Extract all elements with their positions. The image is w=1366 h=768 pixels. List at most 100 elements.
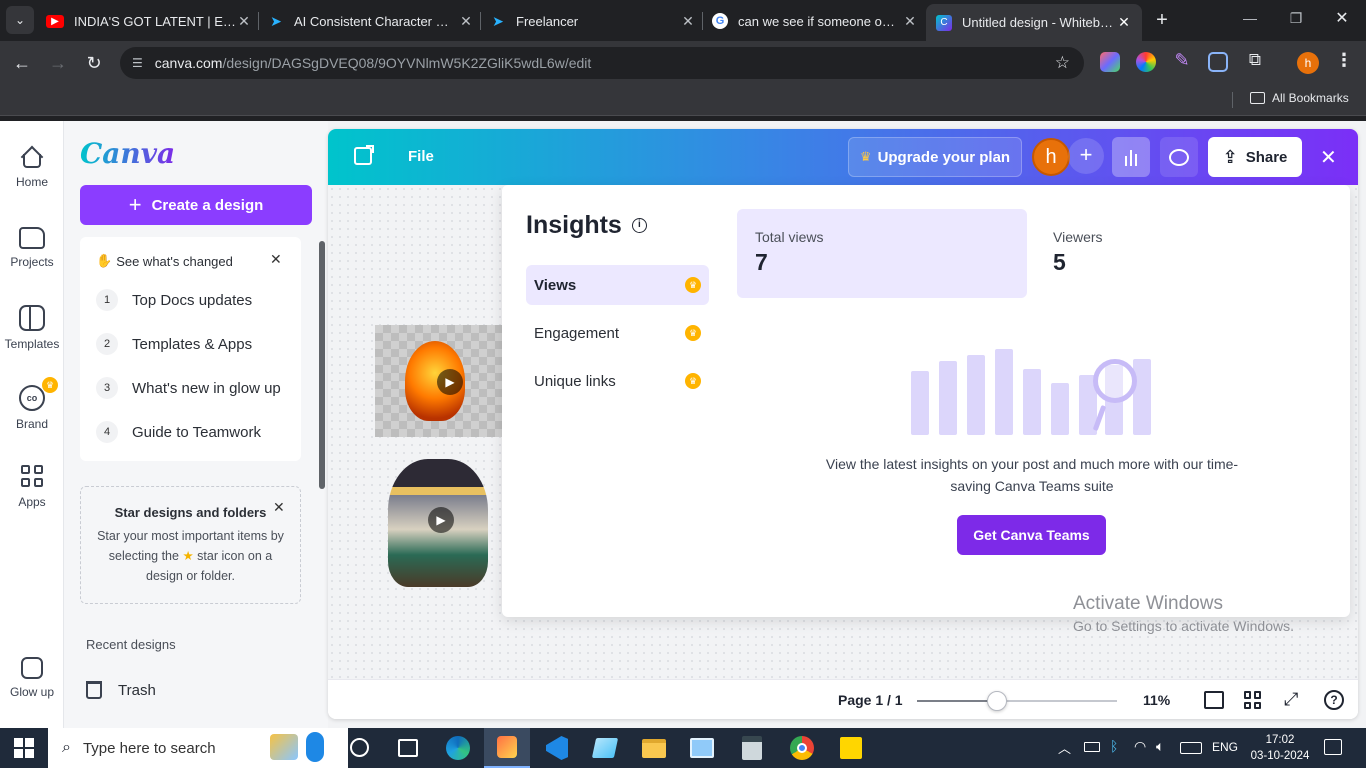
insights-title: Insights	[526, 211, 622, 239]
clock[interactable]: 17:02 03-10-2024	[1248, 732, 1312, 764]
pen-extension-icon[interactable]: ✎	[1172, 50, 1192, 74]
canva-logo[interactable]: Canva	[80, 137, 175, 170]
close-icon[interactable]: ✕	[902, 13, 918, 30]
nav-projects[interactable]: Projects	[0, 225, 64, 269]
windows-start-icon[interactable]	[14, 738, 34, 758]
taskbar-search[interactable]: ⌕ Type here to search	[48, 728, 348, 768]
insights-tab-engagement[interactable]: Engagement ♛	[526, 313, 709, 353]
panel-scrollbar[interactable]	[319, 241, 325, 489]
site-info-icon[interactable]: ☰	[132, 56, 143, 70]
nav-brand[interactable]: co ♛ Brand	[0, 377, 64, 431]
volume-icon[interactable]: 🔈︎	[1156, 738, 1164, 755]
address-toolbar: ← → ↻ ☰ canva.com/design/DAGSgDVEQ08/9OY…	[0, 41, 1366, 84]
remote-desktop-icon[interactable]	[690, 738, 714, 758]
edge-icon[interactable]	[446, 736, 470, 760]
zoom-level[interactable]: 11%	[1143, 692, 1170, 708]
file-menu[interactable]: File	[408, 148, 434, 165]
reload-button[interactable]: ↻	[80, 49, 108, 77]
cortana-icon[interactable]	[350, 738, 369, 757]
play-icon[interactable]: ▶	[437, 369, 463, 395]
browser-menu-icon[interactable]: ⋮	[1334, 50, 1354, 74]
insights-button[interactable]	[1112, 137, 1150, 177]
help-icon[interactable]: ?	[1324, 690, 1344, 710]
insights-tab-views[interactable]: Views ♛	[526, 265, 709, 305]
close-icon[interactable]: ✕	[270, 251, 282, 268]
close-icon[interactable]: ✕	[458, 13, 474, 30]
extension-icon[interactable]	[1100, 52, 1120, 72]
crown-icon: ♛	[859, 149, 872, 164]
keyboard-icon[interactable]	[1180, 742, 1202, 754]
zoom-slider[interactable]	[917, 691, 1117, 711]
restore-button[interactable]: ❐	[1284, 10, 1308, 30]
grid-view-icon[interactable]	[1244, 691, 1262, 709]
list-item[interactable]: 1 Top Docs updates	[96, 289, 252, 311]
language-indicator[interactable]: ENG	[1212, 740, 1238, 754]
all-bookmarks-button[interactable]: All Bookmarks	[1250, 91, 1349, 105]
editor-top-bar: File ♛ Upgrade your plan h + ⇪ Share ✕	[328, 129, 1358, 185]
new-tab-button[interactable]: +	[1150, 8, 1174, 32]
url-bar[interactable]: ☰ canva.com/design/DAGSgDVEQ08/9OYVNlmW5…	[120, 47, 1084, 79]
close-icon[interactable]: ✕	[680, 13, 696, 30]
list-item[interactable]: 4 Guide to Teamwork	[96, 421, 261, 443]
file-explorer-icon[interactable]	[642, 739, 666, 758]
zoom-slider-knob[interactable]	[987, 691, 1007, 711]
open-external-icon[interactable]	[354, 145, 374, 165]
upgrade-plan-button[interactable]: ♛ Upgrade your plan	[848, 137, 1022, 177]
profile-avatar[interactable]: h	[1297, 52, 1319, 74]
notifications-icon[interactable]	[1324, 739, 1342, 755]
crown-icon: ♛	[685, 277, 701, 293]
tray-chevron-icon[interactable]: ︿	[1058, 738, 1071, 757]
canva-icon: C	[936, 14, 952, 31]
info-icon[interactable]: i	[631, 218, 647, 233]
chrome-icon[interactable]	[790, 736, 814, 760]
page-view-icon[interactable]	[1204, 691, 1224, 709]
sticky-notes-icon[interactable]	[840, 737, 862, 759]
crown-icon: ♛	[685, 373, 701, 389]
close-icon[interactable]: ✕	[1116, 14, 1132, 31]
task-view-icon[interactable]	[398, 739, 418, 757]
extensions-puzzle-icon[interactable]: ⧉	[1244, 50, 1266, 74]
screen-extension-icon[interactable]	[1208, 52, 1228, 72]
browser-tab-3[interactable]: ➤ Freelancer ✕	[490, 8, 696, 34]
tab-search-button[interactable]: ⌄	[6, 6, 34, 34]
close-icon[interactable]: ✕	[236, 13, 252, 30]
extension-icon[interactable]	[1136, 52, 1156, 72]
list-item[interactable]: 3 What's new in glow up	[96, 377, 281, 399]
browser-tab-5-active[interactable]: C Untitled design - Whiteboard ✕	[926, 4, 1142, 41]
design-element-1[interactable]: ▶	[375, 325, 503, 437]
nav-home[interactable]: Home	[0, 145, 64, 189]
insights-tab-unique-links[interactable]: Unique links ♛	[526, 361, 709, 401]
back-button[interactable]: ←	[8, 49, 36, 77]
browser-tab-2[interactable]: ➤ AI Consistent Character Gen ✕	[268, 8, 474, 34]
minimize-button[interactable]: —	[1238, 10, 1262, 30]
create-design-button[interactable]: + Create a design	[80, 185, 312, 225]
browser-tab-1[interactable]: ▶ INDIA'S GOT LATENT | EP 07 ✕	[46, 8, 252, 34]
close-icon[interactable]: ✕	[273, 499, 285, 516]
nav-apps[interactable]: Apps	[0, 465, 64, 509]
page-indicator[interactable]: Page 1 / 1	[838, 692, 903, 708]
design-element-2[interactable]: ▶	[378, 453, 503, 593]
browser-tab-4[interactable]: G can we see if someone open ✕	[712, 8, 918, 34]
forward-button[interactable]: →	[44, 49, 72, 77]
bluetooth-icon[interactable]: ᛒ	[1110, 738, 1118, 754]
close-window-button[interactable]: ✕	[1330, 8, 1354, 28]
user-avatar[interactable]: h	[1032, 138, 1070, 176]
comments-button[interactable]	[1160, 137, 1198, 177]
bookmark-star-icon[interactable]: ☆	[1055, 53, 1070, 73]
play-icon[interactable]: ▶	[428, 507, 454, 533]
vscode-icon[interactable]	[546, 736, 568, 760]
taskbar-app-active[interactable]	[484, 728, 530, 768]
calculator-icon[interactable]	[742, 736, 762, 760]
close-editor-icon[interactable]: ✕	[1320, 145, 1337, 170]
nav-glow-up[interactable]: Glow up	[0, 657, 64, 699]
notes-app-icon[interactable]	[591, 738, 619, 758]
fullscreen-icon[interactable]: ⤢	[1284, 689, 1298, 710]
share-button[interactable]: ⇪ Share	[1208, 137, 1302, 177]
get-canva-teams-button[interactable]: Get Canva Teams	[957, 515, 1106, 555]
trash-item[interactable]: Trash	[86, 681, 156, 699]
nav-templates[interactable]: Templates	[0, 305, 64, 351]
invite-plus-button[interactable]: +	[1068, 138, 1104, 174]
wifi-icon[interactable]: ◠	[1134, 738, 1146, 755]
insights-illustration	[911, 345, 1153, 435]
list-item[interactable]: 2 Templates & Apps	[96, 333, 252, 355]
